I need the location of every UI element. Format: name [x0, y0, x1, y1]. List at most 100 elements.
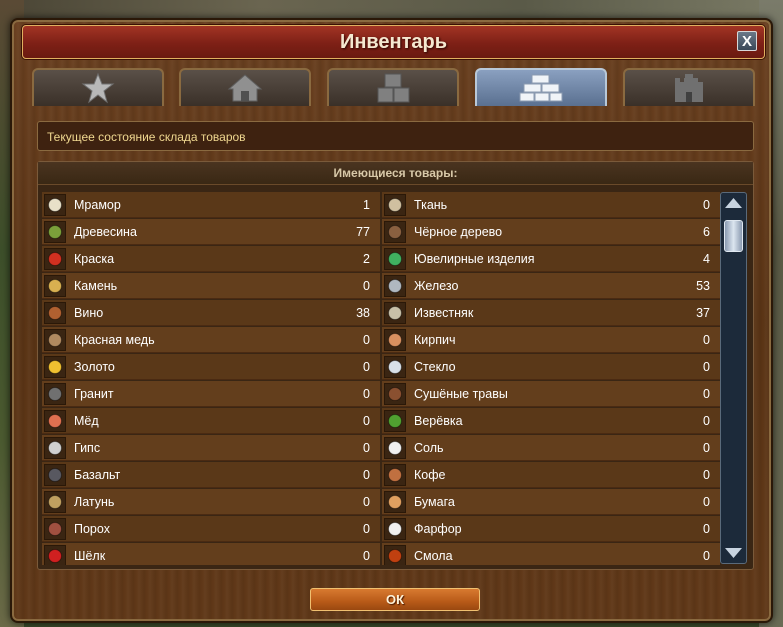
goods-name: Мрамор: [74, 198, 121, 212]
goods-row: Древесина 77: [42, 219, 380, 245]
goods-row: Верёвка 0: [382, 408, 720, 434]
goods-quantity: 0: [363, 522, 370, 536]
goods-quantity: 53: [696, 279, 710, 293]
goods-name: Смола: [414, 549, 453, 563]
goods-row: Порох 0: [42, 516, 380, 542]
goods-panel: Имеющиеся товары: Мрамор 1 Древесина 77 Крас…: [37, 161, 754, 570]
iron-icon: [384, 275, 406, 297]
goods-quantity: 0: [363, 441, 370, 455]
goods-row: Смола 0: [382, 543, 720, 565]
goods-name: Бумага: [414, 495, 455, 509]
goods-name: Железо: [414, 279, 459, 293]
goods-name: Кирпич: [414, 333, 456, 347]
tab-buildings[interactable]: [179, 68, 311, 106]
goods-row: Известняк 37: [382, 300, 720, 326]
goods-quantity: 77: [356, 225, 370, 239]
goods-row: Кирпич 0: [382, 327, 720, 353]
ok-button[interactable]: ОК: [310, 588, 480, 611]
tab-goods[interactable]: [475, 68, 607, 106]
goods-row: Ткань 0: [382, 192, 720, 218]
goods-name: Золото: [74, 360, 115, 374]
scroll-down-arrow-icon[interactable]: [723, 546, 744, 560]
goods-column-left: Мрамор 1 Древесина 77 Краска 2 Камень 0 Вино 38 Кр…: [42, 192, 380, 565]
goods-name: Мёд: [74, 414, 99, 428]
gunpowder-icon: [44, 518, 66, 540]
goods-name: Порох: [74, 522, 110, 536]
stone-icon: [44, 275, 66, 297]
goods-quantity: 0: [703, 522, 710, 536]
goods-quantity: 0: [363, 495, 370, 509]
goods-quantity: 0: [703, 360, 710, 374]
tab-crates[interactable]: [327, 68, 459, 106]
goods-quantity: 4: [703, 252, 710, 266]
porcelain-icon: [384, 518, 406, 540]
goods-name: Гипс: [74, 441, 101, 455]
goods-quantity: 37: [696, 306, 710, 320]
goods-quantity: 0: [363, 414, 370, 428]
goods-row: Латунь 0: [42, 489, 380, 515]
goods-name: Чёрное дерево: [414, 225, 503, 239]
limestone-icon: [384, 302, 406, 324]
wine-icon: [44, 302, 66, 324]
brick-icon: [384, 329, 406, 351]
goods-row: Фарфор 0: [382, 516, 720, 542]
cloth-icon: [384, 194, 406, 216]
goods-quantity: 0: [363, 279, 370, 293]
goods-column-right: Ткань 0 Чёрное дерево 6 Ювелирные изделия 4 Же…: [382, 192, 720, 565]
goods-quantity: 0: [363, 333, 370, 347]
goods-quantity: 0: [703, 387, 710, 401]
goods-quantity: 0: [703, 198, 710, 212]
goods-name: Верёвка: [414, 414, 463, 428]
goods-row: Мёд 0: [42, 408, 380, 434]
silk-icon: [44, 545, 66, 565]
honey-icon: [44, 410, 66, 432]
goods-name: Ювелирные изделия: [414, 252, 535, 266]
goods-quantity: 0: [703, 441, 710, 455]
goods-name: Стекло: [414, 360, 456, 374]
goods-quantity: 6: [703, 225, 710, 239]
brass-icon: [44, 491, 66, 513]
title-bar: Инвентарь X: [22, 25, 765, 59]
goods-name: Известняк: [414, 306, 474, 320]
goods-row: Железо 53: [382, 273, 720, 299]
scroll-up-arrow-icon[interactable]: [723, 196, 744, 210]
goods-name: Кофе: [414, 468, 446, 482]
ebony-icon: [384, 221, 406, 243]
goods-row: Гипс 0: [42, 435, 380, 461]
goods-quantity: 0: [363, 468, 370, 482]
description-text: Текущее состояние склада товаров: [47, 130, 246, 144]
tab-castle[interactable]: [623, 68, 755, 106]
granite-icon: [44, 383, 66, 405]
scrollbar[interactable]: [720, 192, 747, 564]
panel-header: Имеющиеся товары:: [38, 162, 753, 185]
goods-row: Мрамор 1: [42, 192, 380, 218]
marble-icon: [44, 194, 66, 216]
goods-name: Древесина: [74, 225, 137, 239]
goods-row: Соль 0: [382, 435, 720, 461]
goods-row: Золото 0: [42, 354, 380, 380]
goods-quantity: 0: [703, 414, 710, 428]
scroll-thumb[interactable]: [724, 220, 743, 252]
gold-icon: [44, 356, 66, 378]
goods-name: Латунь: [74, 495, 115, 509]
goods-quantity: 0: [703, 549, 710, 563]
coffee-icon: [384, 464, 406, 486]
goods-row: Кофе 0: [382, 462, 720, 488]
goods-row: Ювелирные изделия 4: [382, 246, 720, 272]
tab-special-goods[interactable]: [32, 68, 164, 106]
goods-row: Гранит 0: [42, 381, 380, 407]
castle-icon: [675, 74, 703, 102]
goods-row: Шёлк 0: [42, 543, 380, 565]
goods-quantity: 0: [703, 468, 710, 482]
window-title: Инвентарь: [339, 31, 448, 53]
salt-icon: [384, 437, 406, 459]
description-box: Текущее состояние склада товаров: [37, 121, 754, 151]
glass-icon: [384, 356, 406, 378]
close-button[interactable]: X: [737, 31, 757, 51]
goods-name: Краска: [74, 252, 115, 266]
goods-quantity: 0: [363, 360, 370, 374]
gypsum-icon: [44, 437, 66, 459]
goods-name: Ткань: [414, 198, 448, 212]
goods-quantity: 2: [363, 252, 370, 266]
goods-quantity: 0: [363, 549, 370, 563]
